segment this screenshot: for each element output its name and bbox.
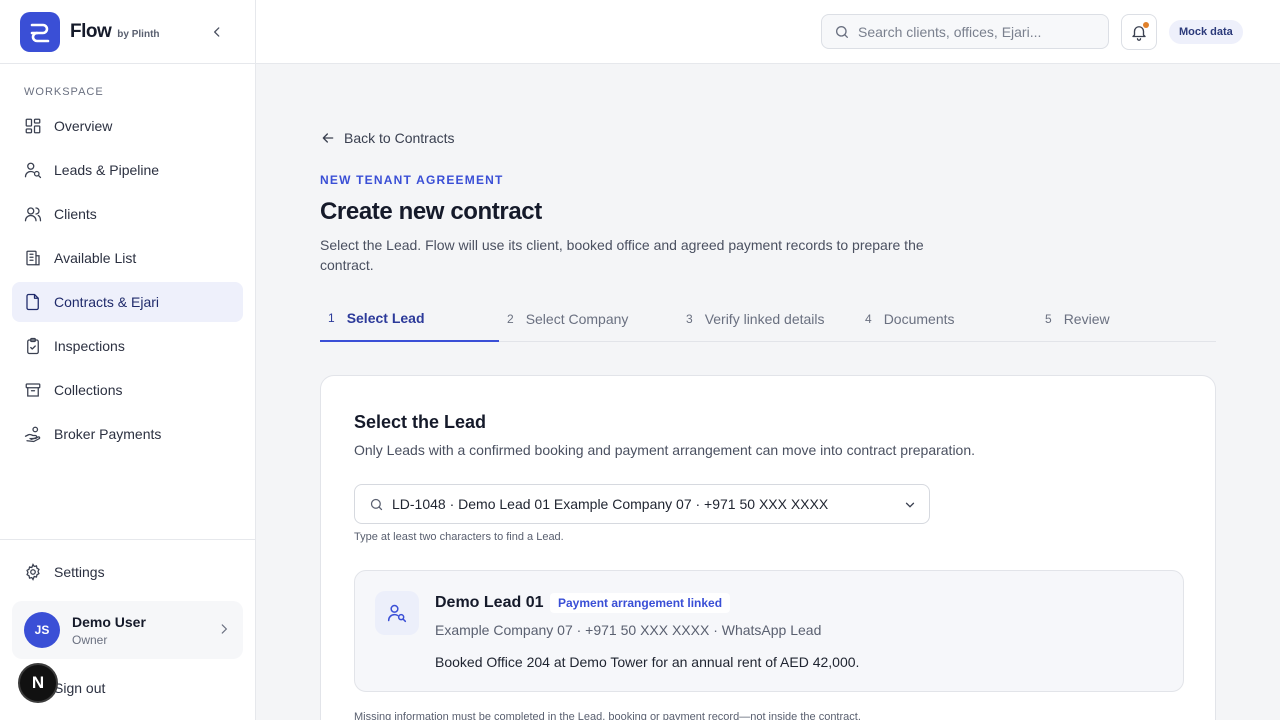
card-footnote: Missing information must be completed in…: [354, 711, 861, 720]
lead-select[interactable]: LD-1048 · Demo Lead 01 Example Company 0…: [354, 484, 930, 524]
arrow-left-icon: [322, 133, 334, 143]
lead-select-value: LD-1048 · Demo Lead 01 Example Company 0…: [392, 496, 829, 512]
notifications-button[interactable]: [1121, 14, 1157, 50]
clipboard-check-icon: [24, 337, 42, 355]
search-icon: [836, 25, 848, 38]
archive-icon: [24, 381, 42, 399]
step-number: 4: [865, 312, 872, 326]
user-role: Owner: [72, 632, 108, 647]
user-search-icon: [24, 161, 42, 179]
workspace-label: WORKSPACE: [24, 86, 104, 98]
sidebar-item-label: Broker Payments: [54, 426, 162, 442]
status-badge: Payment arrangement linked: [550, 593, 731, 613]
sign-out-link[interactable]: Sign out: [54, 680, 105, 696]
sidebar-item-inspections[interactable]: Inspections: [12, 326, 243, 366]
step-label: Select Lead: [346, 310, 425, 326]
step-review[interactable]: 5 Review: [1045, 296, 1110, 342]
settings-label: Settings: [54, 564, 105, 580]
step-verify-details[interactable]: 3 Verify linked details: [686, 296, 825, 342]
sidebar-item-label: Inspections: [54, 338, 125, 354]
lead-search-hint: Type at least two characters to find a L…: [354, 531, 564, 543]
topbar: Mock data: [256, 0, 1280, 64]
collapse-sidebar-button[interactable]: [205, 20, 229, 44]
step-label: Verify linked details: [704, 311, 825, 327]
mock-data-badge: Mock data: [1169, 20, 1243, 44]
sidebar: Flow by Plinth WORKSPACE Overview Leads …: [0, 0, 256, 720]
step-documents[interactable]: 4 Documents: [865, 296, 955, 342]
lead-meta: Example Company 07 · +971 50 XXX XXXX · …: [435, 622, 822, 638]
brand-sub: by Plinth: [117, 28, 160, 40]
card-title: Select the Lead: [354, 412, 487, 432]
gear-icon: [24, 563, 42, 581]
step-number: 2: [507, 312, 514, 326]
step-label: Select Company: [525, 311, 629, 327]
card-subtitle: Only Leads with a confirmed booking and …: [354, 442, 976, 458]
chevron-left-icon: [214, 27, 220, 37]
sidebar-item-label: Collections: [54, 382, 123, 398]
global-search[interactable]: [821, 14, 1109, 49]
sidebar-item-label: Contracts & Ejari: [54, 294, 160, 310]
sidebar-item-label: Overview: [54, 118, 113, 134]
chevron-right-icon: [221, 624, 228, 634]
selected-lead-summary: Demo Lead 01 Payment arrangement linked …: [354, 570, 1184, 692]
search-icon: [370, 498, 383, 510]
main-content: Back to Contracts NEW TENANT AGREEMENT C…: [256, 64, 1280, 720]
user-menu[interactable]: JS Demo User Owner: [12, 601, 243, 659]
users-icon: [24, 205, 42, 223]
user-search-icon: [375, 591, 419, 635]
settings-link[interactable]: Settings: [12, 552, 243, 592]
sidebar-item-label: Available List: [54, 250, 137, 266]
sidebar-item-broker-payments[interactable]: Broker Payments: [12, 414, 243, 454]
notification-dot: [1143, 22, 1149, 28]
lead-name: Demo Lead 01: [435, 594, 544, 611]
page-title: Create new contract: [320, 198, 542, 225]
step-select-lead[interactable]: 1 Select Lead: [320, 296, 499, 342]
avatar: JS: [24, 612, 60, 648]
brand: Flow by Plinth: [0, 0, 255, 64]
dev-badge-icon[interactable]: N: [18, 663, 58, 703]
search-input[interactable]: [858, 23, 1098, 40]
chevron-down-icon: [905, 502, 915, 508]
document-icon: [24, 293, 42, 311]
select-lead-card: Select the Lead Only Leads with a confir…: [320, 375, 1216, 720]
flow-logo-icon[interactable]: [20, 11, 60, 52]
sidebar-item-overview[interactable]: Overview: [12, 106, 243, 146]
page-eyebrow: NEW TENANT AGREEMENT: [320, 173, 504, 187]
step-number: 1: [328, 311, 335, 325]
building-icon: [24, 249, 42, 267]
page-description: Select the Lead. Flow will use its clien…: [320, 237, 924, 273]
sidebar-item-contracts[interactable]: Contracts & Ejari: [12, 282, 243, 322]
step-number: 5: [1045, 312, 1052, 326]
sidebar-nav: Overview Leads & Pipeline Clients Availa…: [0, 106, 255, 454]
sidebar-item-label: Clients: [54, 206, 97, 222]
lead-booking-note: Booked Office 204 at Demo Tower for an a…: [435, 654, 860, 670]
step-select-company[interactable]: 2 Select Company: [507, 296, 628, 342]
sidebar-item-collections[interactable]: Collections: [12, 370, 243, 410]
sidebar-item-leads[interactable]: Leads & Pipeline: [12, 150, 243, 190]
step-number: 3: [686, 312, 693, 326]
step-label: Review: [1063, 311, 1110, 327]
brand-name: Flow: [70, 20, 112, 42]
back-link[interactable]: Back to Contracts: [320, 130, 455, 146]
step-label: Documents: [883, 311, 955, 327]
sidebar-item-clients[interactable]: Clients: [12, 194, 243, 234]
sidebar-item-available-list[interactable]: Available List: [12, 238, 243, 278]
sidebar-item-label: Leads & Pipeline: [54, 162, 160, 178]
stepper: 1 Select Lead 2 Select Company 3 Verify …: [320, 296, 1216, 342]
back-label: Back to Contracts: [344, 130, 455, 146]
grid-icon: [24, 117, 42, 135]
user-name: Demo User: [72, 613, 146, 630]
hand-coins-icon: [24, 425, 42, 443]
